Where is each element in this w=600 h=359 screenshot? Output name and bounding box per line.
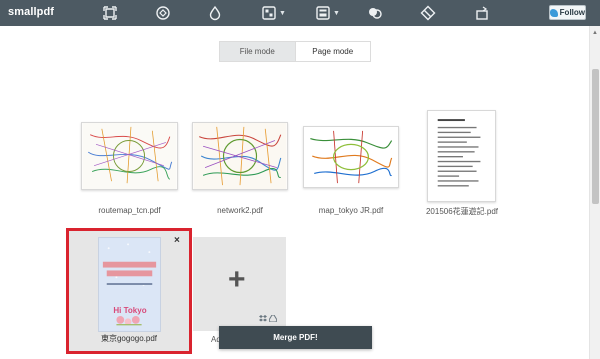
chevron-down-icon[interactable]: ▼ xyxy=(279,10,286,17)
follow-label: Follow xyxy=(559,8,585,17)
poster-title: Hi Tokyo xyxy=(113,306,147,315)
convert-icon[interactable] xyxy=(155,4,171,22)
split-icon[interactable] xyxy=(420,4,436,22)
twitter-follow-button[interactable]: Follow xyxy=(549,5,586,20)
merge-icon[interactable] xyxy=(367,4,383,22)
merge-pdf-button[interactable]: Merge PDF! xyxy=(219,326,372,349)
compress-icon[interactable] xyxy=(102,4,118,22)
file-thumbnail[interactable] xyxy=(98,237,161,332)
vertical-scrollbar[interactable]: ▲ xyxy=(589,26,600,359)
add-file-card[interactable]: + xyxy=(193,237,286,331)
pdf-to-office-icon[interactable]: ▼ xyxy=(261,4,286,22)
google-drive-icon[interactable] xyxy=(269,315,277,322)
file-thumbnail[interactable] xyxy=(303,126,399,188)
plus-icon[interactable]: + xyxy=(228,265,246,295)
remove-file-close-icon[interactable]: × xyxy=(174,235,180,246)
office-to-pdf-icon[interactable]: ▼ xyxy=(315,4,340,22)
file-name: routemap_tcn.pdf xyxy=(98,206,161,215)
rotate-icon[interactable] xyxy=(474,4,490,22)
file-thumbnail[interactable] xyxy=(81,122,178,190)
page-mode-button[interactable]: Page mode xyxy=(294,42,370,61)
top-toolbar: smallpdf ▼ ▼ Follow xyxy=(0,0,600,26)
chevron-down-icon[interactable]: ▼ xyxy=(333,10,340,17)
dropbox-icon[interactable] xyxy=(259,315,267,322)
file-name: 東京gogogo.pdf xyxy=(100,334,158,343)
brand-logo[interactable]: smallpdf xyxy=(8,6,54,18)
file-thumbnail[interactable] xyxy=(192,122,288,190)
file-name: network2.pdf xyxy=(217,206,263,215)
file-thumbnail[interactable] xyxy=(427,110,496,202)
scrollbar-thumb[interactable] xyxy=(592,69,599,204)
drop-icon[interactable] xyxy=(207,4,223,22)
scroll-up-arrow-icon[interactable]: ▲ xyxy=(592,30,598,36)
file-name: map_tokyo JR.pdf xyxy=(318,206,384,215)
file-name: 201506花蓮遊記.pdf xyxy=(425,207,499,216)
mode-toggle: File mode Page mode xyxy=(219,41,371,62)
cloud-sources xyxy=(259,315,277,322)
twitter-bird-icon xyxy=(550,8,558,17)
file-mode-button[interactable]: File mode xyxy=(220,42,295,61)
